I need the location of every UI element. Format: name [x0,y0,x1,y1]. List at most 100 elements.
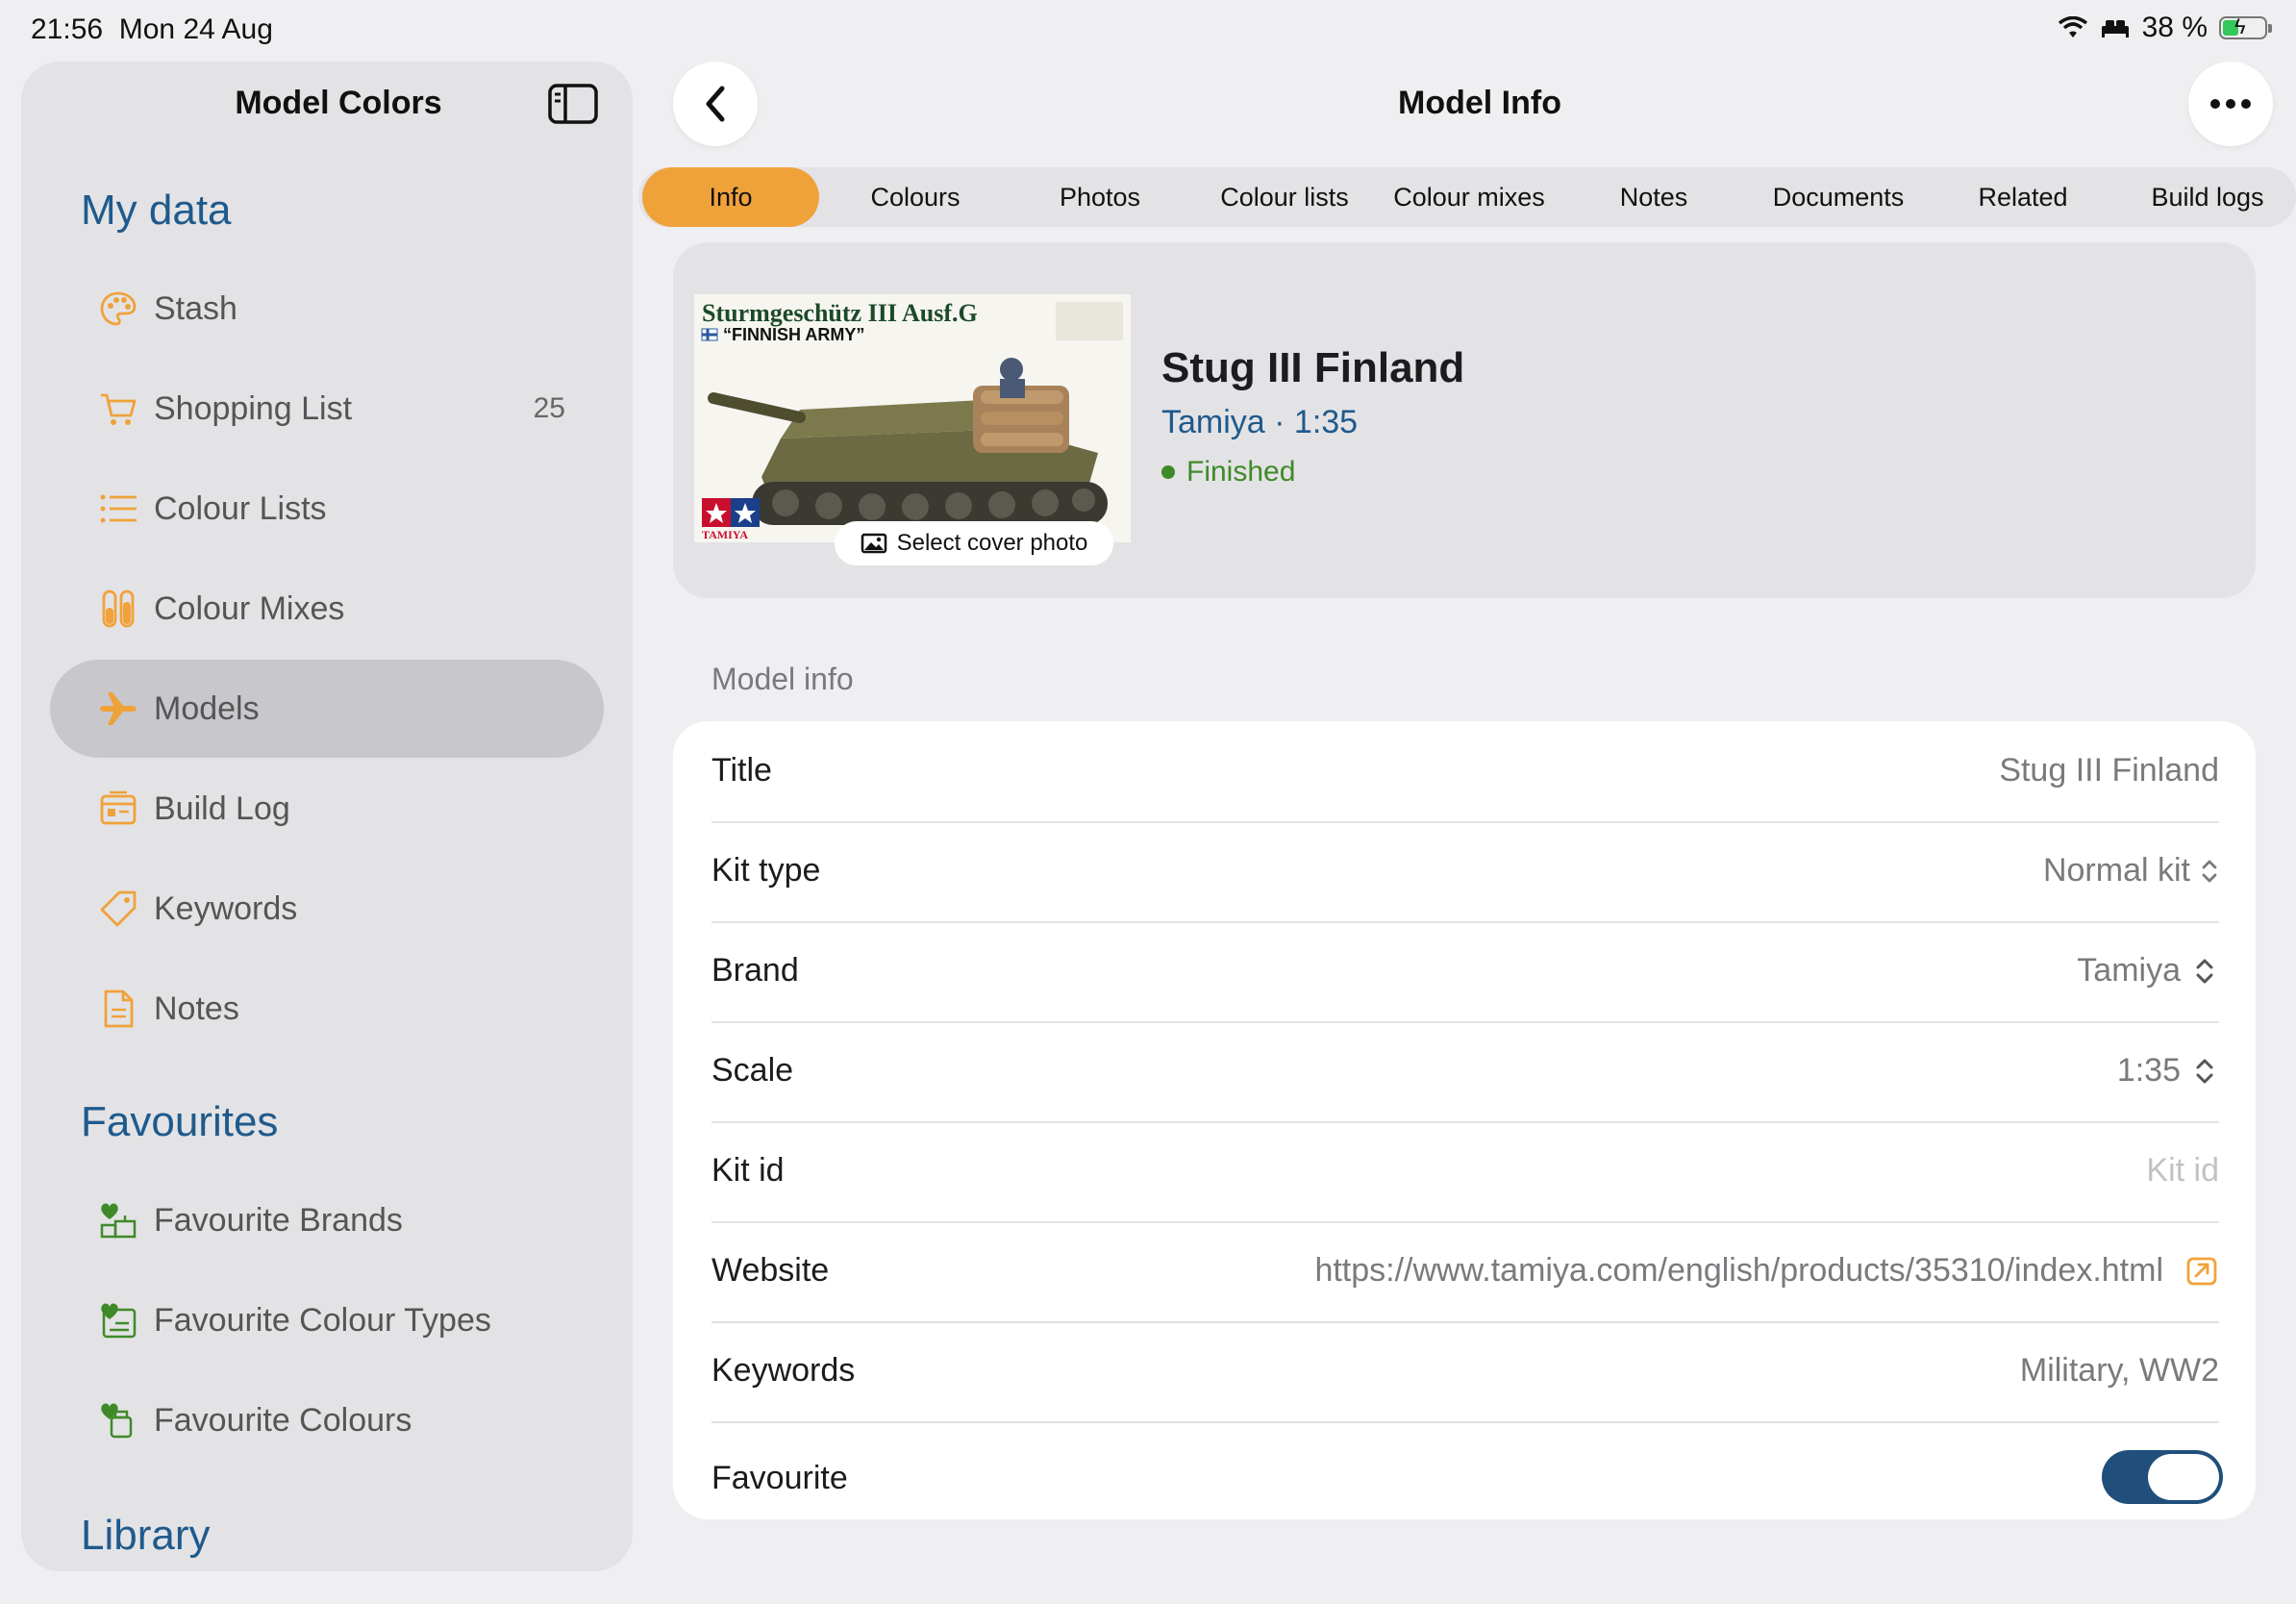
sidebar-item-colour-mixes[interactable]: Colour Mixes [50,560,604,658]
title-value[interactable]: Stug III Finland [1999,752,2219,789]
tag-icon [100,890,137,927]
open-link-icon[interactable] [2181,1255,2219,1288]
kit-type-select[interactable]: Normal kit [2043,852,2219,890]
sidebar-item-notes[interactable]: Notes [50,960,604,1058]
row-kit-id[interactable]: Kit id Kit id [711,1121,2219,1223]
chevron-up-down-icon [2202,860,2217,882]
list-icon [100,494,137,523]
battery-icon: ϟ [2219,14,2272,39]
model-brand-scale: Tamiya · 1:35 [1161,404,1359,440]
brand-select[interactable]: Tamiya [2077,952,2219,990]
main-content: Model Info Info Colours Photos Colour li… [638,62,2296,1604]
sidebar-item-favourite-brands[interactable]: Favourite Brands [50,1171,604,1269]
box-title-text: Sturmgeschütz III Ausf.G [702,299,978,327]
toggle-knob [2148,1454,2219,1500]
brand-value: Tamiya [2077,952,2181,989]
row-label: Title [711,752,772,789]
scale-select[interactable]: 1:35 [2117,1052,2219,1090]
select-cover-photo-label: Select cover photo [896,530,1088,556]
status-dot-icon [1161,465,1175,479]
cover-card: Sturmgeschütz III Ausf.G “FINNISH ARMY” [673,242,2256,598]
row-scale[interactable]: Scale 1:35 [711,1021,2219,1123]
tab-documents[interactable]: Documents [1750,167,1927,227]
sidebar-item-label: Stash [154,289,237,327]
cover-photo-illustration: Sturmgeschütz III Ausf.G “FINNISH ARMY” [694,294,1131,542]
model-status: Finished [1161,456,1295,489]
model-name: Stug III Finland [1161,344,1465,391]
chevron-up-down-icon [2196,1059,2213,1083]
sidebar-item-build-log[interactable]: Build Log [50,760,604,858]
tab-photos[interactable]: Photos [1011,167,1188,227]
model-status-text: Finished [1186,456,1296,488]
sidebar-item-label: Colour Mixes [154,589,345,627]
sidebar-item-models[interactable]: Models [50,660,604,758]
status-date: Mon 24 Aug [118,13,273,45]
battery-percent: 38 % [2141,12,2208,43]
kit-id-input[interactable]: Kit id [2146,1152,2219,1190]
sidebar-item-favourite-colours[interactable]: Favourite Colours [50,1371,604,1469]
status-bar: 21:56 Mon 24 Aug 38 % ϟ [0,0,2296,62]
sidebar-item-label: Favourite Brands [154,1201,403,1239]
sidebar-item-stash[interactable]: Stash [50,260,604,358]
document-icon [104,990,134,1028]
tab-colour-lists[interactable]: Colour lists [1196,167,1373,227]
page-title: Model Info [1398,85,1561,121]
sidebar-item-shopping-list[interactable]: Shopping List 25 [50,360,604,458]
cover-photo[interactable]: Sturmgeschütz III Ausf.G “FINNISH ARMY” [694,294,1131,542]
box-subtitle-text: “FINNISH ARMY” [723,325,864,344]
tab-colour-mixes[interactable]: Colour mixes [1381,167,1558,227]
wifi-icon [2058,16,2087,38]
row-label: Kit type [711,852,821,889]
heart-colour-types-icon [101,1303,137,1339]
row-label: Keywords [711,1352,856,1389]
keywords-value[interactable]: Military, WW2 [2020,1352,2219,1390]
sidebar-item-colour-lists[interactable]: Colour Lists [50,460,604,558]
ellipsis-icon [2210,99,2251,109]
sidebar-item-label: Keywords [154,890,298,927]
palette-icon [100,291,137,326]
model-info-card: Title Stug III Finland Kit type Normal k… [673,721,2256,1519]
row-favourite: Favourite [711,1421,2223,1521]
heart-brands-icon [100,1203,137,1239]
status-right: 38 % ϟ [2058,12,2272,44]
row-label: Website [711,1252,830,1289]
test-tubes-icon [102,589,135,628]
more-options-button[interactable] [2188,62,2273,146]
tab-related[interactable]: Related [1934,167,2111,227]
sidebar-item-keywords[interactable]: Keywords [50,860,604,958]
sidebar-item-label: Colour Lists [154,489,327,527]
tab-info[interactable]: Info [642,167,819,227]
tab-notes[interactable]: Notes [1565,167,1742,227]
row-brand[interactable]: Brand Tamiya [711,921,2219,1023]
row-website[interactable]: Website https://www.tamiya.com/english/p… [711,1221,2219,1323]
bed-icon [2101,20,2129,38]
chevron-up-down-icon [2196,959,2213,983]
select-cover-photo-button[interactable]: Select cover photo [835,521,1113,565]
heart-colours-icon [101,1403,133,1439]
cart-icon [101,393,137,425]
section-library: Library [81,1512,211,1559]
sidebar-item-label: Notes [154,990,239,1027]
tab-bar: Info Colours Photos Colour lists Colour … [638,167,2296,227]
tab-build-logs[interactable]: Build logs [2119,167,2296,227]
row-label: Kit id [711,1152,785,1189]
sidebar-toggle-icon[interactable] [548,83,598,125]
row-kit-type[interactable]: Kit type Normal kit [711,821,2219,923]
row-label: Brand [711,952,799,989]
website-field[interactable]: https://www.tamiya.com/english/products/… [1314,1252,2219,1290]
status-time-text: 21:56 [31,13,104,45]
sidebar-item-label: Build Log [154,789,290,827]
sidebar: Model Colors My data Stash Shopping List… [21,62,633,1571]
sidebar-title: Model Colors [235,85,442,121]
row-keywords[interactable]: Keywords Military, WW2 [711,1321,2219,1423]
model-info-header: Model info [711,662,854,696]
row-title[interactable]: Title Stug III Finland [711,721,2219,823]
sidebar-item-label: Shopping List [154,389,353,427]
scale-value: 1:35 [2116,1052,2181,1089]
tab-colours[interactable]: Colours [827,167,1004,227]
sidebar-item-label: Favourite Colours [154,1401,412,1439]
sidebar-item-favourite-colour-types[interactable]: Favourite Colour Types [50,1271,604,1369]
website-value: https://www.tamiya.com/english/products/… [1314,1252,2163,1289]
sidebar-item-label: Favourite Colour Types [154,1301,491,1339]
favourite-toggle[interactable] [2102,1450,2223,1504]
